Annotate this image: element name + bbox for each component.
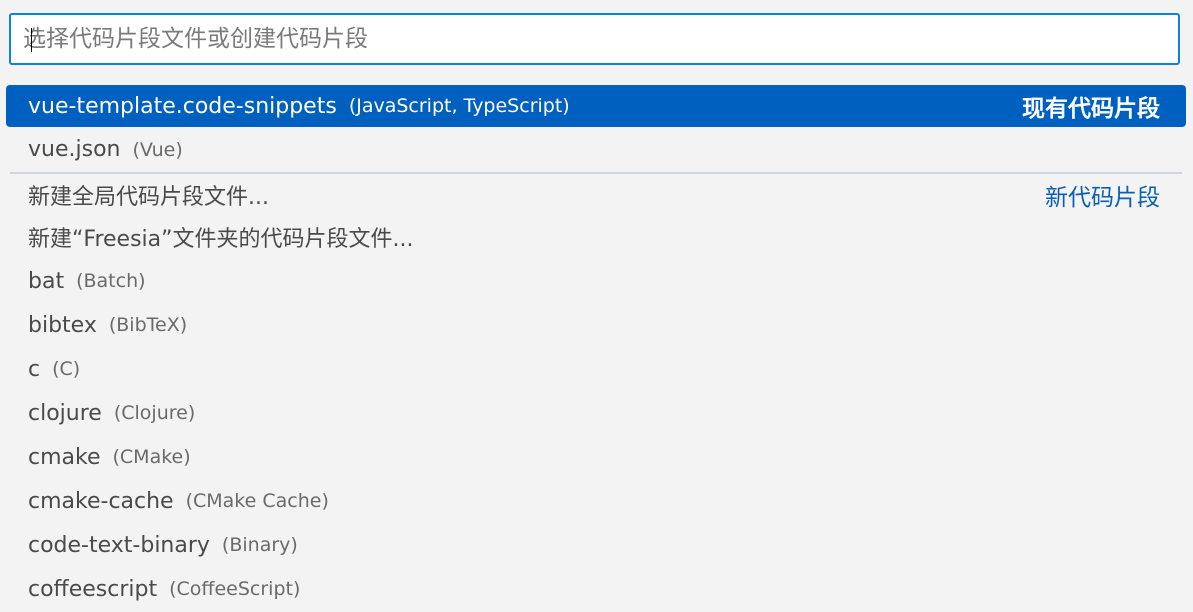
search-input[interactable]	[11, 15, 1178, 63]
list-item-language-bat[interactable]: bat (Batch)	[6, 259, 1186, 303]
list-item-description: (Clojure)	[113, 402, 196, 424]
list-item-label: c	[28, 356, 41, 382]
list-item-language-cmake[interactable]: cmake (CMake)	[6, 435, 1186, 479]
list-item-description: (Binary)	[221, 534, 298, 556]
list-item-description: (Vue)	[132, 138, 183, 161]
list-item-label: vue.json	[28, 137, 121, 162]
quick-pick-widget: vue-template.code-snippets (JavaScript, …	[0, 0, 1193, 612]
list-item-description: (Batch)	[76, 270, 146, 292]
list-item-label: 新建全局代码片段文件...	[28, 184, 269, 210]
list-item-label: bibtex	[28, 312, 97, 338]
list-item-description: (CMake Cache)	[185, 490, 329, 512]
list-item-description: (JavaScript, TypeScript)	[348, 95, 570, 117]
group-label-new-snippets: 新代码片段	[1045, 184, 1160, 211]
list-item-language-c[interactable]: c (C)	[6, 347, 1186, 391]
list-item-new-global-snippets[interactable]: 新建全局代码片段文件... 新代码片段	[6, 174, 1186, 215]
list-item-new-folder-snippets[interactable]: 新建“Freesia”文件夹的代码片段文件...	[6, 215, 1186, 259]
list-item-description: (CoffeeScript)	[169, 578, 301, 600]
list-item-label: cmake-cache	[28, 488, 174, 514]
list-item-language-code-text-binary[interactable]: code-text-binary (Binary)	[6, 523, 1186, 567]
list-item-description: (C)	[52, 358, 81, 380]
text-caret	[31, 28, 32, 52]
list-item-label: vue-template.code-snippets	[28, 93, 337, 119]
list-item-language-cmake-cache[interactable]: cmake-cache (CMake Cache)	[6, 479, 1186, 523]
group-label-existing-snippets: 现有代码片段	[1022, 96, 1160, 122]
list-item-label: coffeescript	[28, 576, 158, 602]
list-item-label: bat	[28, 268, 65, 294]
list-item-language-clojure[interactable]: clojure (Clojure)	[6, 391, 1186, 435]
search-input-container[interactable]	[9, 13, 1180, 65]
list-item-description: (BibTeX)	[108, 314, 188, 336]
list-item-label: cmake	[28, 444, 101, 470]
list-item-label: code-text-binary	[28, 532, 210, 558]
list-item-label: 新建“Freesia”文件夹的代码片段文件...	[28, 227, 414, 252]
snippet-file-list: vue-template.code-snippets (JavaScript, …	[6, 85, 1186, 611]
list-item-vue-json[interactable]: vue.json (Vue)	[6, 127, 1186, 172]
list-item-description: (CMake)	[112, 446, 191, 468]
list-item-language-coffeescript[interactable]: coffeescript (CoffeeScript)	[6, 567, 1186, 611]
list-item-label: clojure	[28, 400, 102, 426]
list-item-vue-template-snippets[interactable]: vue-template.code-snippets (JavaScript, …	[6, 85, 1186, 127]
list-item-language-bibtex[interactable]: bibtex (BibTeX)	[6, 303, 1186, 347]
